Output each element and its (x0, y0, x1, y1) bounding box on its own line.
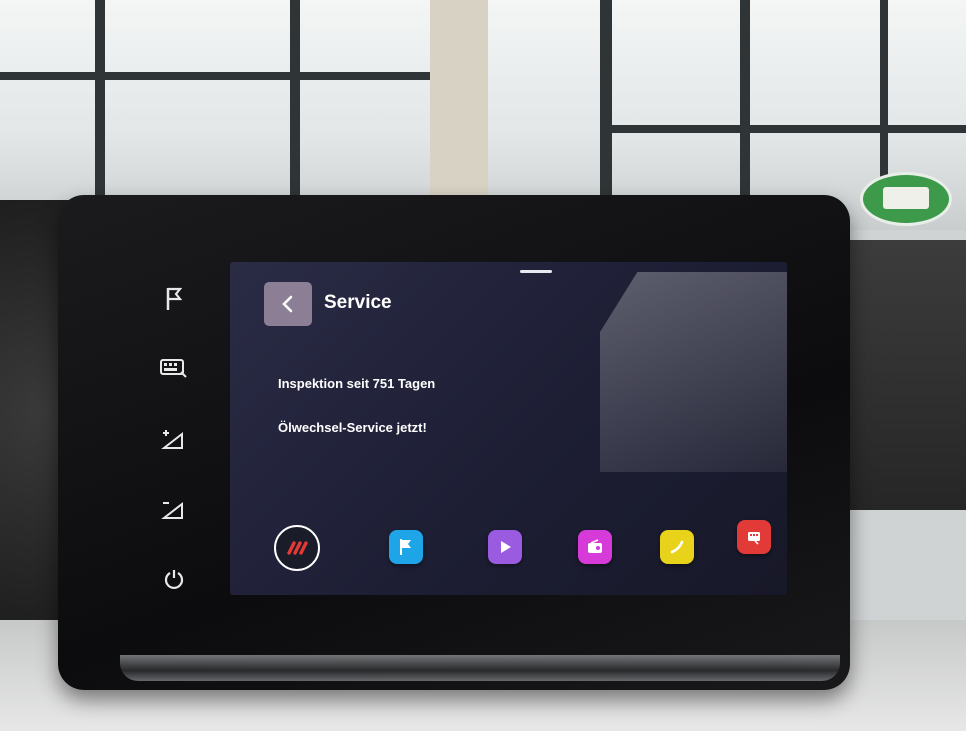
flag-icon[interactable] (150, 275, 198, 323)
radio-icon (588, 539, 602, 553)
infotainment-screen: Service Inspektion seit 751 Tagen Ölwech… (230, 262, 787, 595)
app-dock (230, 510, 787, 590)
navigation-app[interactable] (389, 530, 423, 564)
back-button[interactable] (264, 282, 312, 326)
bezel-chrome-trim (120, 655, 840, 681)
window-frame (0, 72, 430, 80)
keyboard-icon[interactable] (150, 345, 198, 393)
window-frame (290, 0, 300, 210)
side-hard-keys (150, 270, 210, 610)
radio-app[interactable] (578, 530, 612, 564)
media-app[interactable] (488, 530, 522, 564)
pillar (430, 0, 488, 210)
window-frame (880, 0, 888, 180)
window-frame (600, 125, 966, 133)
service-message-inspection: Inspektion seit 751 Tagen (278, 376, 436, 391)
page-title: Service (324, 292, 392, 313)
windshield-sticker (860, 172, 952, 226)
service-message-oil: Ölwechsel-Service jetzt! (278, 420, 427, 435)
media-play-icon (501, 541, 511, 553)
dashboard-right (830, 240, 966, 510)
power-icon[interactable] (150, 555, 198, 603)
car-settings-icon (748, 532, 760, 545)
navigation-flag-icon (400, 539, 411, 555)
screen-reflection (600, 272, 787, 472)
window-frame (95, 0, 105, 210)
phone-app[interactable] (660, 530, 694, 564)
car-settings-app[interactable] (737, 520, 771, 554)
window-frame (600, 0, 612, 220)
phone-icon (670, 540, 684, 554)
home-button[interactable] (274, 525, 320, 571)
volume-up-icon[interactable] (150, 415, 198, 463)
home-icon (287, 541, 308, 555)
volume-down-icon[interactable] (150, 485, 198, 533)
pull-down-handle[interactable] (520, 270, 552, 273)
chevron-left-icon (282, 295, 293, 313)
